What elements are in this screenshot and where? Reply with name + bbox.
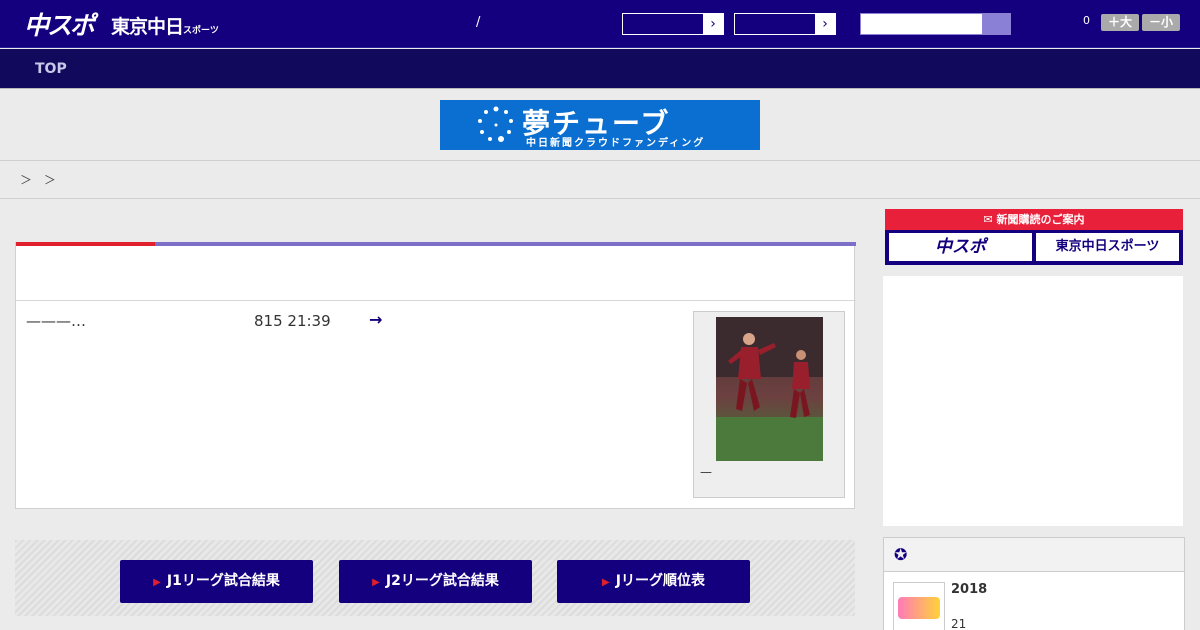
search-input[interactable] [860, 13, 1011, 35]
yume-tube-banner[interactable]: 夢チューブ 中日新聞クラウドファンディング [440, 100, 760, 150]
main-nav: TOP [0, 49, 1200, 89]
nav-item-top[interactable]: TOP [35, 61, 67, 77]
banner-subtitle: 中日新聞クラウドファンディング [526, 138, 706, 149]
dots-icon [478, 106, 513, 142]
divider [16, 300, 856, 301]
article-card: ———… 815 21:39 → — [15, 242, 856, 509]
sports-logo-image [898, 597, 940, 619]
read-more-arrow-icon[interactable]: → [369, 310, 382, 329]
jleague-standings-button[interactable]: ▶ Jリーグ順位表 [557, 560, 750, 603]
photo-caption: — [700, 465, 712, 479]
ranking-header: ✪ [884, 538, 1184, 572]
tokyo-chunichi-logo-text: 東京中日 [111, 16, 184, 38]
tokyo-chunichi-logo-sub: スポーツ [183, 26, 219, 36]
article-accent-red [16, 242, 155, 246]
player-figures-icon [716, 317, 823, 461]
site-header: 中スポ 東京中日スポーツ / › › 0 ＋大 －小 [0, 0, 1200, 48]
divider [0, 198, 1200, 199]
category-select-1[interactable]: › [622, 13, 724, 35]
newspaper-icon: ✉ [983, 213, 997, 226]
article-accent-bar [16, 242, 856, 246]
ranking-box: ✪ 2018 21 [883, 537, 1185, 630]
article-lead[interactable]: ———… [26, 312, 86, 330]
jleague-standings-label: Jリーグ順位表 [615, 573, 705, 589]
ranking-item-thumbnail[interactable] [893, 582, 945, 630]
soccer-player-photo [716, 317, 823, 461]
subscribe-chuspo-button[interactable]: 中スポ [889, 233, 1032, 261]
search-button[interactable] [982, 14, 1010, 34]
font-size-count: 0 [1083, 14, 1090, 27]
font-zoom-out-button[interactable]: －小 [1142, 14, 1180, 31]
subscribe-tokyo-button[interactable]: 東京中日スポーツ [1036, 233, 1179, 261]
divider [0, 160, 1200, 161]
subscription-box: ✉ 新聞購読のご案内 中スポ 東京中日スポーツ [885, 209, 1183, 265]
tokyo-chunichi-logo[interactable]: 東京中日スポーツ [111, 12, 219, 39]
chuspo-logo[interactable]: 中スポ [24, 6, 95, 42]
triangle-right-icon: ▶ [372, 577, 380, 588]
category-select-2[interactable]: › [734, 13, 836, 35]
chevron-right-icon: › [703, 14, 723, 34]
triangle-right-icon: ▶ [153, 577, 161, 588]
chevron-right-icon: › [815, 14, 835, 34]
jleague-links: ▶ J1リーグ試合結果 ▶ J2リーグ試合結果 ▶ Jリーグ順位表 [15, 540, 855, 616]
header-separator: / [476, 15, 481, 30]
j2-results-label: J2リーグ試合結果 [385, 573, 499, 589]
subscription-header-text: 新聞購読のご案内 [996, 213, 1085, 226]
article-date: 815 21:39 [254, 312, 331, 330]
ad-slot [883, 276, 1183, 526]
breadcrumb: ＞ ＞ [20, 173, 60, 187]
ranking-item-title[interactable]: 2018 [951, 582, 987, 597]
j2-results-button[interactable]: ▶ J2リーグ試合結果 [339, 560, 532, 603]
j1-results-label: J1リーグ試合結果 [166, 573, 280, 589]
ranking-item-number: 21 [951, 617, 967, 630]
article-thumbnail[interactable]: — [693, 311, 845, 498]
triangle-right-icon: ▶ [602, 577, 610, 588]
subscription-header: ✉ 新聞購読のご案内 [885, 209, 1183, 230]
j1-results-button[interactable]: ▶ J1リーグ試合結果 [120, 560, 313, 603]
font-zoom-in-button[interactable]: ＋大 [1101, 14, 1139, 31]
medal-icon: ✪ [894, 545, 908, 564]
